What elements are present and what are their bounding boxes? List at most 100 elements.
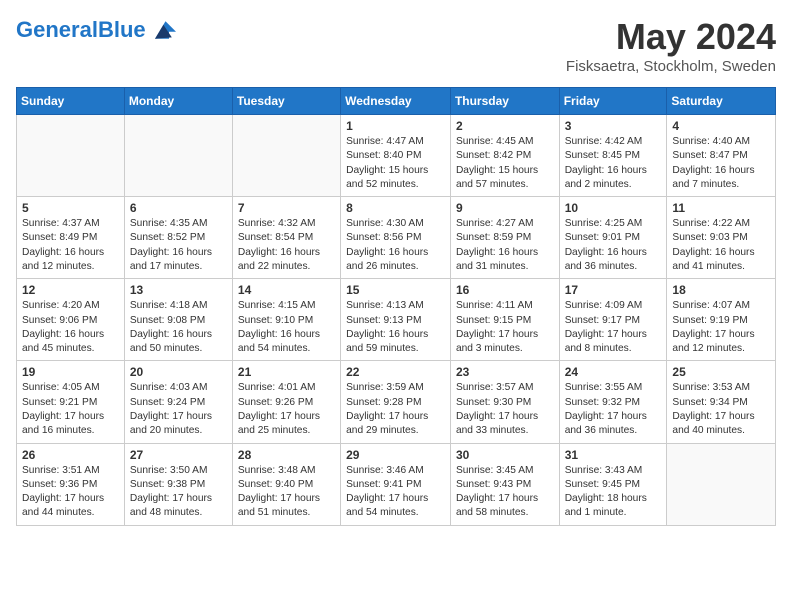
day-details: Sunrise: 4:07 AMSunset: 9:19 PMDaylight:…	[672, 299, 770, 356]
calendar-cell	[17, 115, 125, 197]
col-header-sunday: Sunday	[17, 88, 125, 115]
calendar-cell	[667, 443, 776, 525]
day-details: Sunrise: 4:09 AMSunset: 9:17 PMDaylight:…	[565, 299, 662, 356]
day-number: 25	[672, 365, 770, 379]
logo: GeneralBlue	[16, 16, 176, 44]
col-header-saturday: Saturday	[667, 88, 776, 115]
day-details: Sunrise: 4:20 AMSunset: 9:06 PMDaylight:…	[22, 299, 119, 356]
calendar-cell: 7 Sunrise: 4:32 AMSunset: 8:54 PMDaylight…	[232, 197, 340, 279]
day-number: 26	[22, 448, 119, 462]
day-details: Sunrise: 4:37 AMSunset: 8:49 PMDaylight:…	[22, 217, 119, 274]
day-number: 15	[346, 283, 445, 297]
day-details: Sunrise: 3:48 AMSunset: 9:40 PMDaylight:…	[238, 464, 335, 521]
week-row-1: 1 Sunrise: 4:47 AMSunset: 8:40 PMDaylight…	[17, 115, 776, 197]
day-number: 4	[672, 119, 770, 133]
day-details: Sunrise: 4:45 AMSunset: 8:42 PMDaylight:…	[456, 135, 554, 192]
day-number: 19	[22, 365, 119, 379]
day-details: Sunrise: 4:30 AMSunset: 8:56 PMDaylight:…	[346, 217, 445, 274]
col-header-thursday: Thursday	[450, 88, 559, 115]
calendar-table: SundayMondayTuesdayWednesdayThursdayFrid…	[16, 87, 776, 526]
day-details: Sunrise: 3:57 AMSunset: 9:30 PMDaylight:…	[456, 381, 554, 438]
week-row-2: 5Sunrise: 4:37 AMSunset: 8:49 PMDaylight…	[17, 197, 776, 279]
day-details: Sunrise: 4:25 AMSunset: 9:01 PMDaylight:…	[565, 217, 662, 274]
calendar-cell: 12 Sunrise: 4:20 AMSunset: 9:06 PMDayligh…	[17, 279, 125, 361]
calendar-cell: 13 Sunrise: 4:18 AMSunset: 9:08 PMDayligh…	[124, 279, 232, 361]
day-number: 17	[565, 283, 662, 297]
calendar-cell: 2Sunrise: 4:45 AMSunset: 8:42 PMDaylight…	[450, 115, 559, 197]
calendar-cell: 27 Sunrise: 3:50 AMSunset: 9:38 PMDayligh…	[124, 443, 232, 525]
day-number: 11	[672, 201, 770, 215]
day-number: 10	[565, 201, 662, 215]
day-details: Sunrise: 3:45 AMSunset: 9:43 PMDaylight:…	[456, 464, 554, 521]
calendar-cell: 4 Sunrise: 4:40 AMSunset: 8:47 PMDaylight…	[667, 115, 776, 197]
day-number: 30	[456, 448, 554, 462]
day-number: 12	[22, 283, 119, 297]
day-number: 8	[346, 201, 445, 215]
day-details: Sunrise: 3:51 AMSunset: 9:36 PMDaylight:…	[22, 464, 119, 521]
day-number: 27	[130, 448, 227, 462]
day-details: Sunrise: 4:05 AMSunset: 9:21 PMDaylight:…	[22, 381, 119, 438]
day-number: 23	[456, 365, 554, 379]
day-number: 9	[456, 201, 554, 215]
calendar-cell: 15 Sunrise: 4:13 AMSunset: 9:13 PMDayligh…	[341, 279, 451, 361]
week-row-5: 26 Sunrise: 3:51 AMSunset: 9:36 PMDayligh…	[17, 443, 776, 525]
day-number: 13	[130, 283, 227, 297]
day-details: Sunrise: 4:15 AMSunset: 9:10 PMDaylight:…	[238, 299, 335, 356]
calendar-cell: 19 Sunrise: 4:05 AMSunset: 9:21 PMDayligh…	[17, 361, 125, 443]
col-header-wednesday: Wednesday	[341, 88, 451, 115]
day-details: Sunrise: 3:50 AMSunset: 9:38 PMDaylight:…	[130, 464, 227, 521]
calendar-cell: 10 Sunrise: 4:25 AMSunset: 9:01 PMDayligh…	[559, 197, 667, 279]
day-number: 21	[238, 365, 335, 379]
day-details: Sunrise: 3:43 AMSunset: 9:45 PMDaylight:…	[565, 464, 662, 521]
col-header-monday: Monday	[124, 88, 232, 115]
calendar-cell: 29 Sunrise: 3:46 AMSunset: 9:41 PMDayligh…	[341, 443, 451, 525]
calendar-cell: 9 Sunrise: 4:27 AMSunset: 8:59 PMDaylight…	[450, 197, 559, 279]
calendar-header-row: SundayMondayTuesdayWednesdayThursdayFrid…	[17, 88, 776, 115]
calendar-cell	[232, 115, 340, 197]
day-details: Sunrise: 4:27 AMSunset: 8:59 PMDaylight:…	[456, 217, 554, 274]
day-number: 1	[346, 119, 445, 133]
day-details: Sunrise: 4:32 AMSunset: 8:54 PMDaylight:…	[238, 217, 335, 274]
calendar-cell: 23 Sunrise: 3:57 AMSunset: 9:30 PMDayligh…	[450, 361, 559, 443]
day-number: 14	[238, 283, 335, 297]
day-number: 24	[565, 365, 662, 379]
calendar-cell: 25Sunrise: 3:53 AMSunset: 9:34 PMDayligh…	[667, 361, 776, 443]
day-number: 29	[346, 448, 445, 462]
day-details: Sunrise: 4:47 AMSunset: 8:40 PMDaylight:…	[346, 135, 445, 192]
day-details: Sunrise: 4:13 AMSunset: 9:13 PMDaylight:…	[346, 299, 445, 356]
week-row-3: 12 Sunrise: 4:20 AMSunset: 9:06 PMDayligh…	[17, 279, 776, 361]
calendar-cell: 22Sunrise: 3:59 AMSunset: 9:28 PMDayligh…	[341, 361, 451, 443]
calendar-cell: 26 Sunrise: 3:51 AMSunset: 9:36 PMDayligh…	[17, 443, 125, 525]
calendar-cell: 16 Sunrise: 4:11 AMSunset: 9:15 PMDayligh…	[450, 279, 559, 361]
day-details: Sunrise: 4:01 AMSunset: 9:26 PMDaylight:…	[238, 381, 335, 438]
day-details: Sunrise: 4:03 AMSunset: 9:24 PMDaylight:…	[130, 381, 227, 438]
day-number: 7	[238, 201, 335, 215]
day-number: 16	[456, 283, 554, 297]
day-details: Sunrise: 3:46 AMSunset: 9:41 PMDaylight:…	[346, 464, 445, 521]
day-details: Sunrise: 4:40 AMSunset: 8:47 PMDaylight:…	[672, 135, 770, 192]
calendar-cell: 24 Sunrise: 3:55 AMSunset: 9:32 PMDayligh…	[559, 361, 667, 443]
calendar-cell: 28 Sunrise: 3:48 AMSunset: 9:40 PMDayligh…	[232, 443, 340, 525]
calendar-cell: 3Sunrise: 4:42 AMSunset: 8:45 PMDaylight…	[559, 115, 667, 197]
day-number: 6	[130, 201, 227, 215]
calendar-cell: 14 Sunrise: 4:15 AMSunset: 9:10 PMDayligh…	[232, 279, 340, 361]
title-block: May 2024 Fisksaetra, Stockholm, Sweden	[566, 16, 776, 75]
col-header-friday: Friday	[559, 88, 667, 115]
calendar-cell: 11 Sunrise: 4:22 AMSunset: 9:03 PMDayligh…	[667, 197, 776, 279]
day-details: Sunrise: 4:11 AMSunset: 9:15 PMDaylight:…	[456, 299, 554, 356]
page-header: GeneralBlue May 2024 Fisksaetra, Stockho…	[16, 16, 776, 75]
day-details: Sunrise: 4:22 AMSunset: 9:03 PMDaylight:…	[672, 217, 770, 274]
day-details: Sunrise: 4:18 AMSunset: 9:08 PMDaylight:…	[130, 299, 227, 356]
calendar-cell: 20Sunrise: 4:03 AMSunset: 9:24 PMDayligh…	[124, 361, 232, 443]
day-details: Sunrise: 3:59 AMSunset: 9:28 PMDaylight:…	[346, 381, 445, 438]
day-details: Sunrise: 3:55 AMSunset: 9:32 PMDaylight:…	[565, 381, 662, 438]
calendar-cell: 1 Sunrise: 4:47 AMSunset: 8:40 PMDaylight…	[341, 115, 451, 197]
day-details: Sunrise: 4:42 AMSunset: 8:45 PMDaylight:…	[565, 135, 662, 192]
day-number: 31	[565, 448, 662, 462]
calendar-cell: 6Sunrise: 4:35 AMSunset: 8:52 PMDaylight…	[124, 197, 232, 279]
calendar-cell: 21 Sunrise: 4:01 AMSunset: 9:26 PMDayligh…	[232, 361, 340, 443]
month-title: May 2024	[566, 16, 776, 58]
day-number: 28	[238, 448, 335, 462]
calendar-cell: 8 Sunrise: 4:30 AMSunset: 8:56 PMDaylight…	[341, 197, 451, 279]
location: Fisksaetra, Stockholm, Sweden	[566, 58, 776, 75]
